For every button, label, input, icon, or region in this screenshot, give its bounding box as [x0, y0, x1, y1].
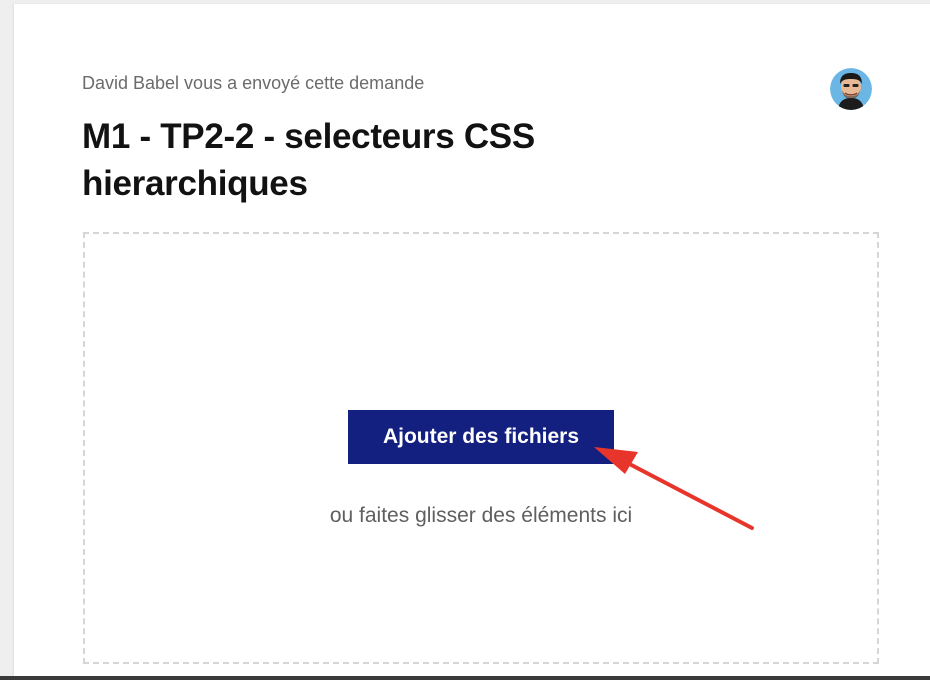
- sender-text: David Babel vous a envoyé cette demande: [82, 73, 425, 93]
- window-frame: David Babel vous a envoyé cette demande …: [0, 0, 930, 680]
- red-arrow-annotation-icon: [594, 447, 754, 530]
- add-files-button[interactable]: Ajouter des fichiers: [348, 410, 614, 464]
- window-bottom-edge: [0, 676, 930, 680]
- avatar[interactable]: [830, 68, 872, 110]
- avatar-cartoon-icon: [830, 68, 872, 110]
- request-title: M1 - TP2-2 - selecteurs CSS hierarchique…: [82, 117, 535, 203]
